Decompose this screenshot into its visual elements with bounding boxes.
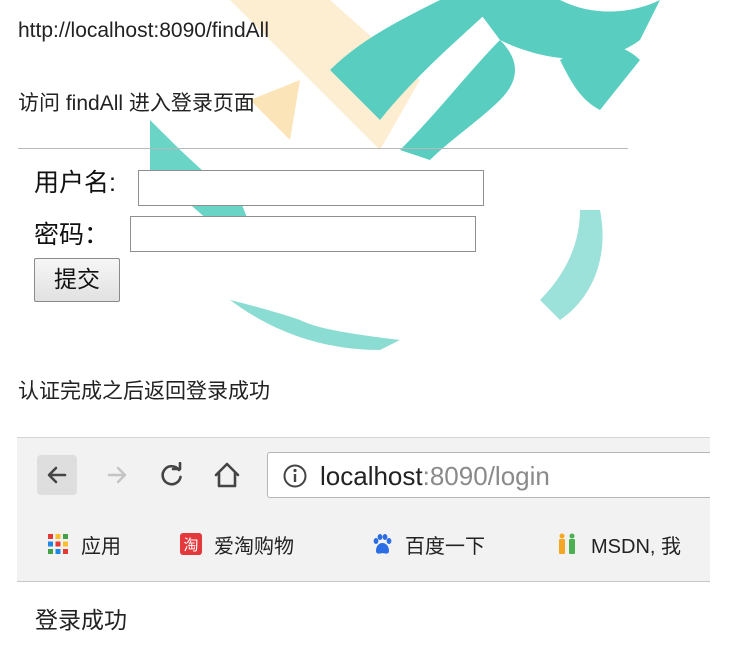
arrow-left-icon bbox=[47, 466, 67, 484]
bookmark-label: MSDN, 我 bbox=[591, 535, 681, 558]
info-icon[interactable] bbox=[282, 463, 308, 489]
msdn-icon bbox=[559, 533, 575, 554]
address-url: localhost:8090/login bbox=[320, 462, 550, 490]
bookmark-label: 百度一下 bbox=[405, 535, 485, 558]
forward-button[interactable] bbox=[97, 455, 137, 495]
svg-text:淘: 淘 bbox=[183, 536, 198, 554]
bookmark-label: 爱淘购物 bbox=[214, 535, 294, 558]
address-host: localhost bbox=[320, 461, 423, 491]
apps-grid-icon bbox=[48, 534, 68, 554]
username-label: 用户名: bbox=[34, 169, 116, 197]
bookmark-taobao[interactable]: 淘 爱淘购物 bbox=[180, 529, 294, 559]
username-input[interactable] bbox=[138, 170, 484, 206]
reload-button[interactable] bbox=[152, 455, 192, 495]
reload-icon bbox=[161, 462, 182, 486]
bookmark-baidu[interactable]: 百度一下 bbox=[371, 529, 485, 559]
horizontal-rule bbox=[18, 148, 628, 149]
login-success-text: 登录成功 bbox=[35, 607, 127, 633]
home-button[interactable] bbox=[207, 455, 247, 495]
step-description-findall: 访问 findAll 进入登录页面 bbox=[18, 92, 255, 115]
baidu-paw-icon bbox=[373, 534, 392, 554]
address-bar[interactable]: localhost:8090/login bbox=[267, 452, 710, 498]
arrow-right-icon bbox=[107, 466, 127, 484]
taobao-icon: 淘 bbox=[180, 533, 202, 555]
bookmark-apps[interactable]: 应用 bbox=[47, 529, 121, 559]
bookmark-label: 应用 bbox=[81, 535, 121, 558]
password-label: 密码： bbox=[34, 221, 110, 249]
back-button[interactable] bbox=[37, 455, 77, 495]
password-input[interactable] bbox=[130, 216, 476, 252]
address-path: :8090/login bbox=[422, 461, 550, 491]
bookmark-msdn[interactable]: MSDN, 我 bbox=[557, 529, 681, 559]
browser-window: localhost:8090/login 应用 淘 爱淘购物 百度一下 MSDN… bbox=[17, 437, 710, 582]
home-icon bbox=[214, 462, 240, 488]
url-text: http://localhost:8090/findAll bbox=[18, 19, 269, 42]
step-description-success: 认证完成之后返回登录成功 bbox=[18, 380, 270, 403]
submit-button[interactable]: 提交 bbox=[34, 258, 120, 302]
